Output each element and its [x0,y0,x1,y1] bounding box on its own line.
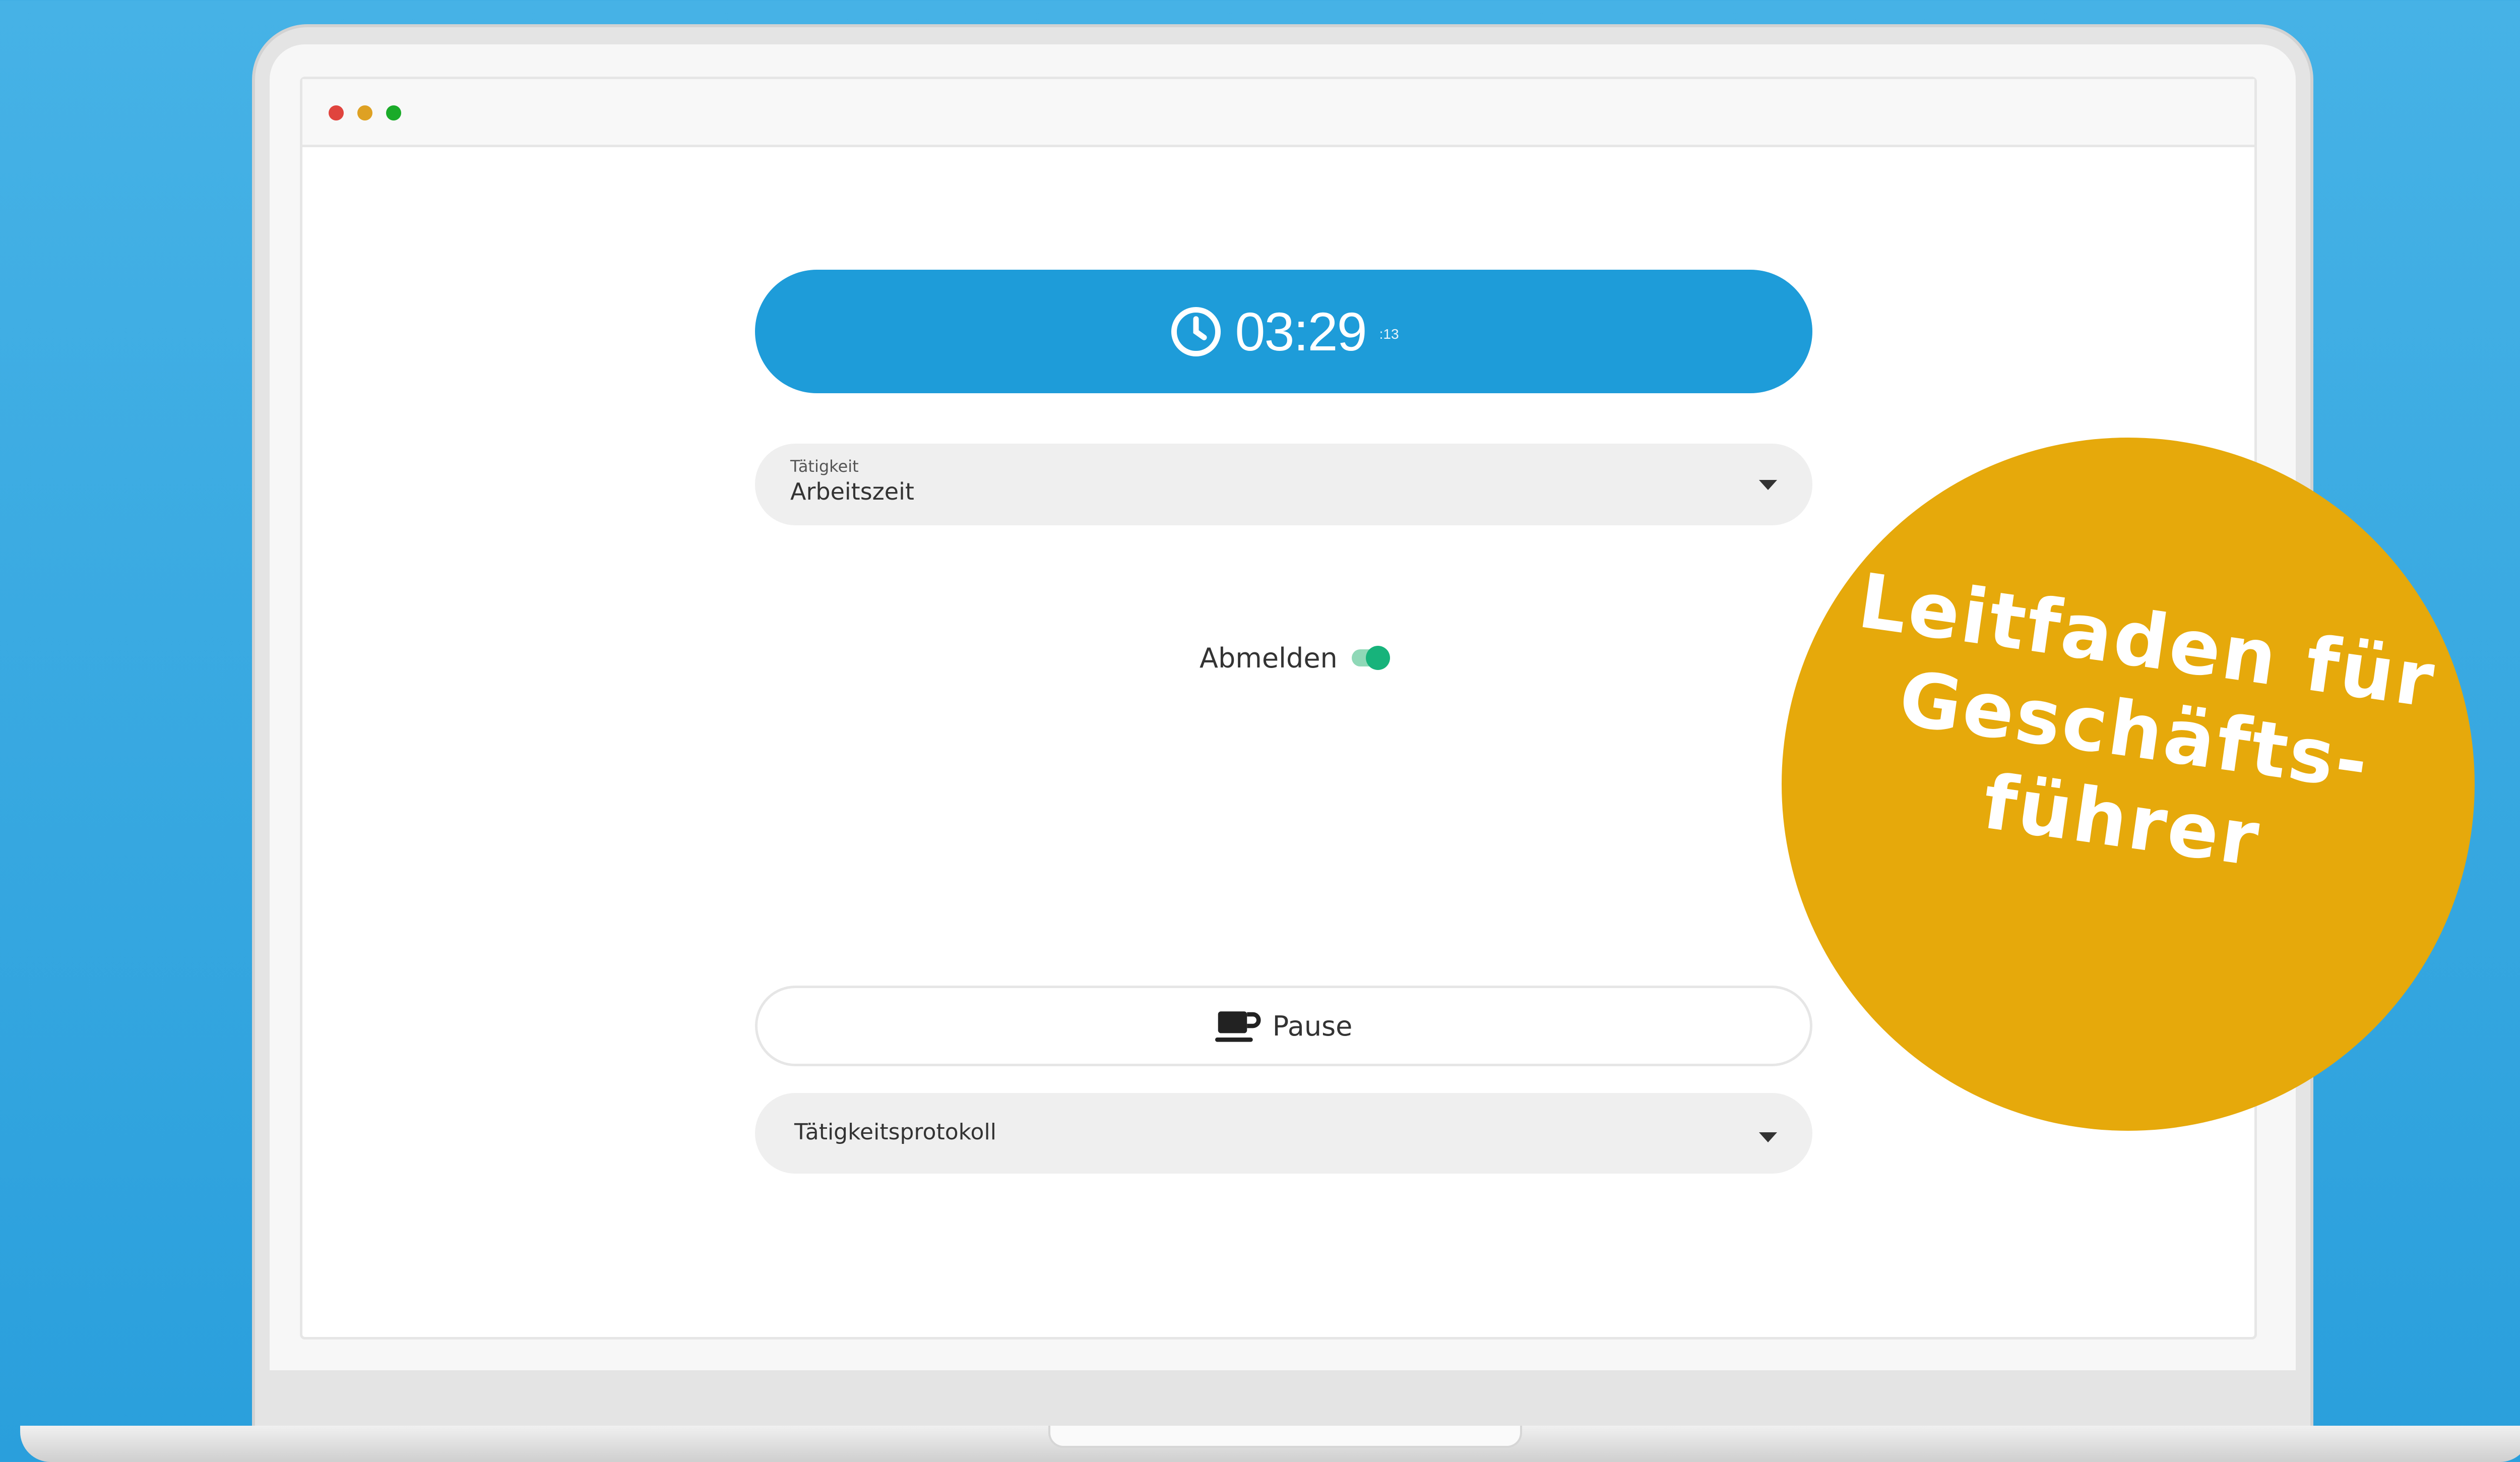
laptop-notch [1048,1426,1522,1448]
logout-toggle[interactable] [1351,646,1390,670]
window-minimize-dot[interactable] [357,105,372,120]
logout-toggle-row: Abmelden [1200,638,1390,678]
clock-icon [1171,307,1221,356]
window-close-dot[interactable] [329,105,344,120]
chevron-down-icon [1759,480,1777,490]
activity-log-dropdown[interactable]: Tätigkeitsprotokoll [755,1093,1812,1174]
timer-seconds: :13 [1379,326,1399,342]
activity-select[interactable]: Tätigkeit Arbeitszeit [755,444,1812,525]
timer-button[interactable]: 03:29 :13 [755,270,1812,393]
activity-log-label: Tätigkeitsprotokoll [794,1119,996,1145]
activity-select-value: Arbeitszeit [790,478,914,505]
window-titlebar [302,79,2254,147]
coffee-cup-icon [1215,1011,1261,1042]
activity-select-label: Tätigkeit [790,457,859,476]
chevron-down-icon [1759,1132,1777,1142]
pause-button[interactable]: Pause [755,986,1812,1066]
window-maximize-dot[interactable] [386,105,401,120]
logout-toggle-label: Abmelden [1200,642,1338,674]
timer-time: 03:29 [1235,301,1367,362]
toggle-knob [1365,646,1390,670]
pause-button-label: Pause [1272,1010,1353,1042]
